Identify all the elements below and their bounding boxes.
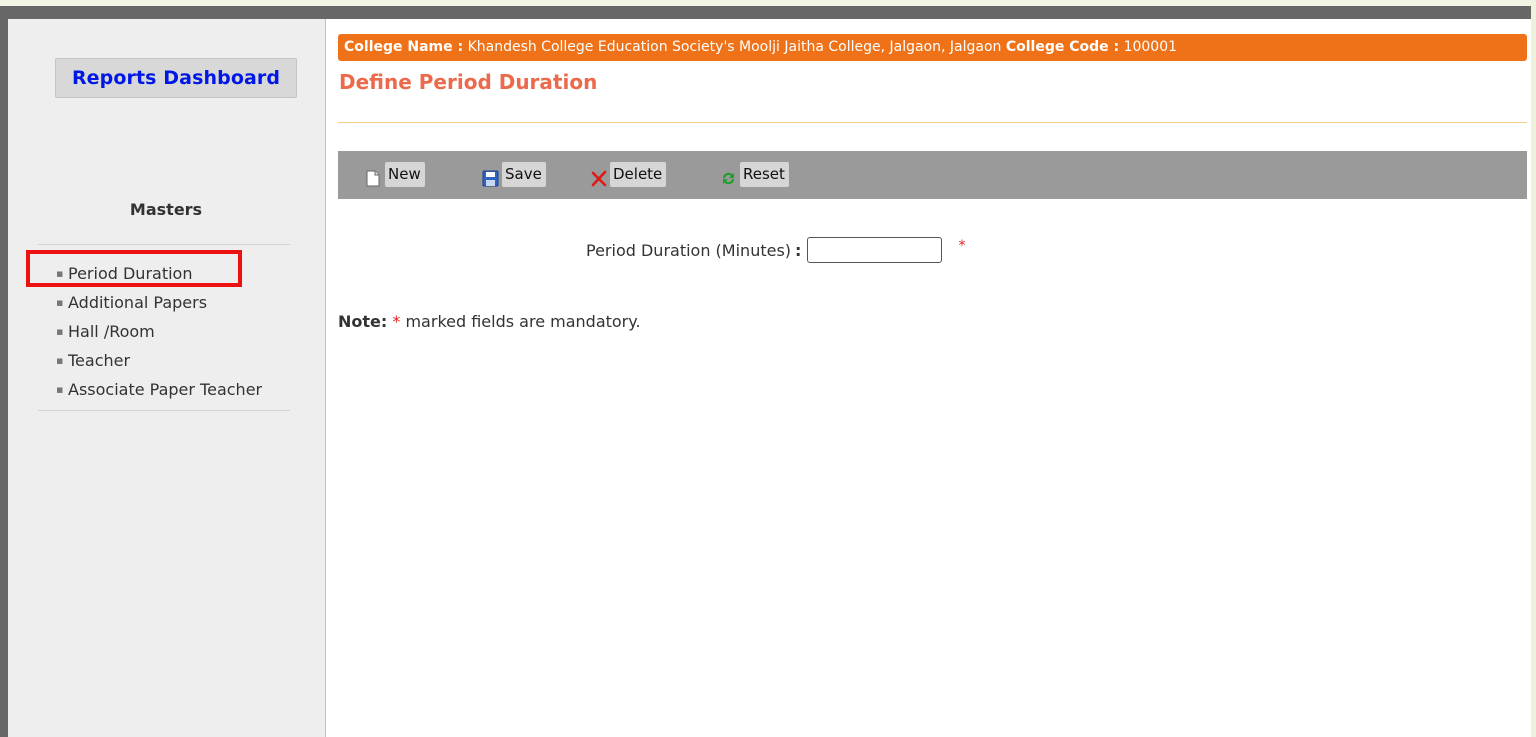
new-document-icon (365, 167, 383, 187)
bullet-icon: ▪ (56, 354, 64, 367)
sidebar-item-label: Period Duration (68, 264, 193, 283)
save-button-label: Save (502, 162, 546, 187)
masters-menu: ▪ Period Duration ▪ Additional Papers ▪ … (28, 259, 262, 404)
college-name-value: Khandesh College Education Society's Moo… (467, 39, 1002, 55)
note-text: marked fields are mandatory. (405, 312, 641, 331)
app-frame: Reports Dashboard Masters ▪ Period Durat… (0, 6, 1531, 737)
required-marker: * (958, 238, 966, 254)
save-floppy-icon (482, 167, 500, 187)
reset-button[interactable]: Reset (720, 157, 789, 187)
college-code-value: 100001 (1123, 39, 1178, 55)
sidebar-item-teacher[interactable]: ▪ Teacher (28, 346, 262, 375)
toolbar: New Save Delete Reset (338, 151, 1527, 199)
masters-separator-bottom (38, 410, 290, 411)
page-title: Define Period Duration (339, 70, 598, 94)
reset-button-label: Reset (740, 162, 789, 187)
period-duration-row: Period Duration (Minutes): * (586, 237, 965, 263)
right-strip (1531, 0, 1536, 737)
masters-separator-top (38, 244, 290, 245)
note-label: Note: (338, 312, 388, 331)
label-colon: : (795, 240, 802, 260)
note-star: * (392, 312, 401, 331)
title-divider (338, 122, 1527, 123)
sidebar-item-label: Associate Paper Teacher (68, 380, 263, 399)
college-name-label: College Name : (344, 39, 464, 55)
main-content: College Name : Khandesh College Educatio… (326, 19, 1531, 737)
sidebar-item-period-duration[interactable]: ▪ Period Duration (28, 259, 262, 288)
delete-x-icon (590, 167, 608, 187)
bullet-icon: ▪ (56, 296, 64, 309)
save-button[interactable]: Save (482, 157, 546, 187)
period-duration-input[interactable] (807, 237, 943, 263)
sidebar-item-additional-papers[interactable]: ▪ Additional Papers (28, 288, 262, 317)
period-duration-label-text: Period Duration (Minutes) (586, 240, 792, 260)
reset-refresh-icon (720, 167, 738, 187)
college-info-bar: College Name : Khandesh College Educatio… (338, 34, 1527, 61)
reports-dashboard-button[interactable]: Reports Dashboard (55, 58, 297, 98)
delete-button-label: Delete (610, 162, 667, 187)
new-button[interactable]: New (365, 157, 425, 187)
bullet-icon: ▪ (56, 267, 64, 280)
sidebar-item-label: Teacher (68, 351, 131, 370)
sidebar-item-hall-room[interactable]: ▪ Hall /Room (28, 317, 262, 346)
new-button-label: New (385, 162, 425, 187)
sidebar-item-label: Additional Papers (68, 293, 208, 312)
bullet-icon: ▪ (56, 325, 64, 338)
sidebar-item-associate-paper-teacher[interactable]: ▪ Associate Paper Teacher (28, 375, 262, 404)
mandatory-note: Note: * marked fields are mandatory. (338, 312, 641, 331)
bullet-icon: ▪ (56, 383, 64, 396)
college-code-label: College Code : (1005, 39, 1120, 55)
period-duration-label: Period Duration (Minutes): (586, 241, 807, 260)
masters-heading: Masters (129, 200, 203, 219)
sidebar: Reports Dashboard Masters ▪ Period Durat… (8, 19, 326, 737)
sidebar-item-label: Hall /Room (68, 322, 155, 341)
delete-button[interactable]: Delete (590, 157, 667, 187)
